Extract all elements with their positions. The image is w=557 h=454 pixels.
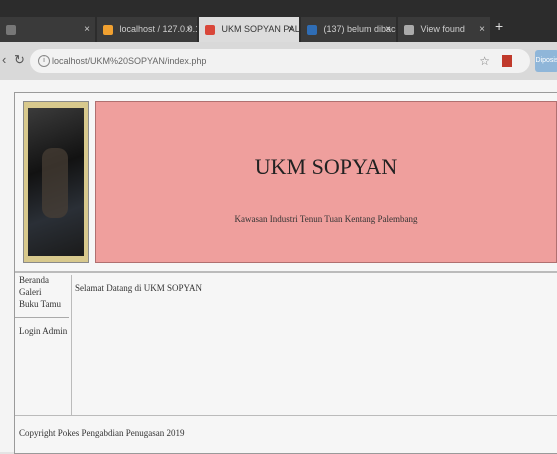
- search-icon: [404, 24, 414, 35]
- menu-item-buku-tamu[interactable]: Buku Tamu: [19, 299, 71, 309]
- address-bar[interactable]: i localhost/UKM%20SOPYAN/index.php ☆: [30, 49, 530, 73]
- reload-icon[interactable]: ↻: [14, 52, 25, 68]
- menu-divider: [15, 317, 69, 318]
- header-banner: UKM SOPYAN Kawasan Industri Tenun Tuan K…: [95, 101, 557, 263]
- logo-photo: [28, 108, 84, 256]
- tab-1[interactable]: localhost / 127.0.0.1 / phpmyadmin ×: [97, 17, 197, 42]
- close-icon[interactable]: ×: [385, 17, 391, 42]
- page-viewport: UKM SOPYAN Kawasan Industri Tenun Tuan K…: [0, 80, 557, 454]
- close-icon[interactable]: ×: [479, 17, 485, 42]
- phpmyadmin-icon: [103, 24, 113, 35]
- page-icon: [205, 24, 215, 35]
- sidebar-menu: Beranda Galeri Buku Tamu Login Admin: [15, 275, 72, 415]
- menu-item-beranda[interactable]: Beranda: [19, 275, 71, 285]
- new-tab-button[interactable]: +: [495, 18, 503, 34]
- welcome-text: Selamat Datang di UKM SOPYAN: [75, 283, 202, 293]
- url-text: localhost/UKM%20SOPYAN/index.php: [52, 56, 207, 66]
- menu-item-login-admin[interactable]: Login Admin: [19, 326, 71, 336]
- close-icon[interactable]: ×: [84, 17, 90, 42]
- site-footer: Copyright Pokes Pengabdian Penugasan 201…: [15, 415, 557, 454]
- tab-3[interactable]: (137) belum dibaca - mikroskil ×: [301, 17, 396, 42]
- tab-2[interactable]: UKM SOPYAN PALEMBANG ×: [199, 17, 299, 42]
- site-title: UKM SOPYAN: [254, 154, 398, 179]
- site-subtitle: Kawasan Industri Tenun Tuan Kentang Pale…: [234, 214, 418, 224]
- profile-button[interactable]: Diposis: [535, 50, 557, 72]
- menu-item-galeri[interactable]: Galeri: [19, 287, 71, 297]
- generic-icon: [6, 24, 16, 35]
- site-header: UKM SOPYAN Kawasan Industri Tenun Tuan K…: [15, 93, 557, 273]
- close-icon[interactable]: ×: [186, 17, 192, 42]
- tab-strip: × localhost / 127.0.0.1 / phpmyadmin × U…: [0, 0, 557, 42]
- tab-0[interactable]: ×: [0, 17, 95, 42]
- close-icon[interactable]: ×: [288, 17, 294, 42]
- mail-icon: [307, 24, 317, 35]
- tab-title: View found: [420, 24, 465, 34]
- logo-frame: [23, 101, 89, 263]
- page-container: UKM SOPYAN Kawasan Industri Tenun Tuan K…: [14, 92, 557, 454]
- info-icon[interactable]: i: [38, 55, 50, 67]
- back-arrow-icon[interactable]: ‹: [2, 52, 6, 67]
- star-icon[interactable]: ☆: [479, 49, 490, 73]
- extension-icon[interactable]: [502, 55, 512, 67]
- browser-toolbar: ‹ ↻ i localhost/UKM%20SOPYAN/index.php ☆: [0, 42, 557, 80]
- tab-4[interactable]: View found ×: [398, 17, 490, 42]
- copyright-text: Copyright Pokes Pengabdian Penugasan 201…: [19, 428, 185, 438]
